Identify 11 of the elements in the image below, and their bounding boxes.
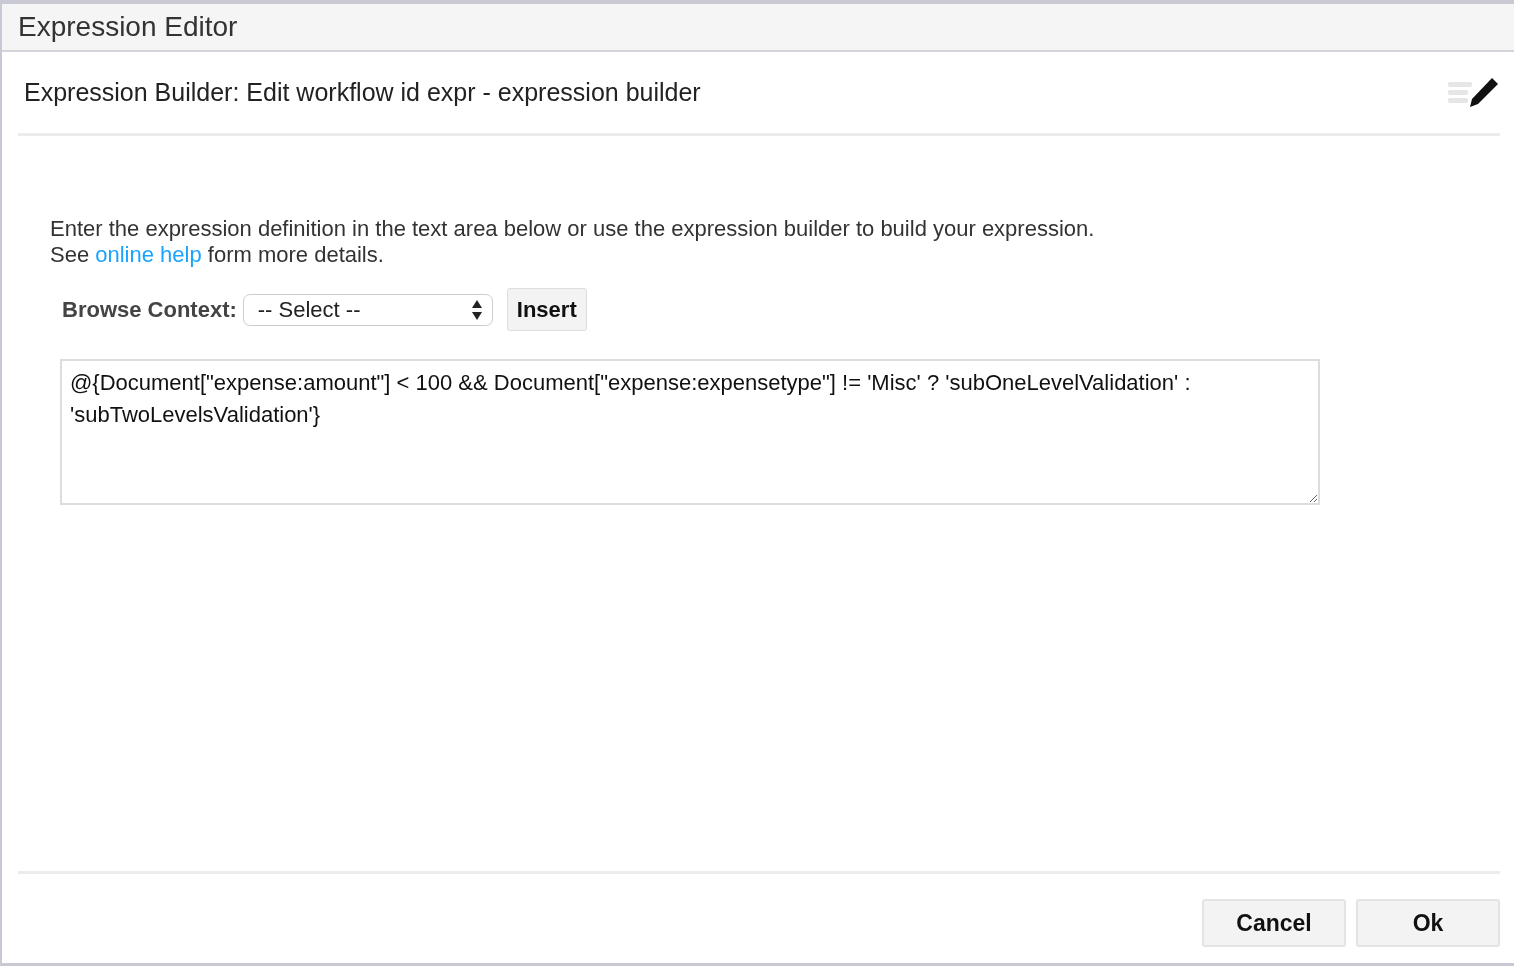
context-select[interactable]: -- Select --	[242, 293, 493, 326]
updown-arrows-icon	[471, 298, 482, 321]
ok-button[interactable]: Ok	[1356, 899, 1500, 947]
browse-context-label: Browse Context:	[62, 296, 237, 324]
insert-button[interactable]: Insert	[506, 288, 587, 331]
window-title: Expression Editor	[2, 4, 1514, 52]
instruction-text: Enter the expression definition in the text area below or use the expression builder to build your expression. See online help form more details.	[50, 216, 1096, 268]
edit-list-icon	[1448, 75, 1500, 110]
cancel-button[interactable]: Cancel	[1202, 899, 1346, 947]
builder-title: Expression Builder: Edit workflow id expr - expression builder	[24, 76, 701, 108]
expression-input[interactable]: @{Document["expense:amount"] < 100 && Document["expense:expensetype"] != 'Misc' ? 'subOneLevelValidation' : 'subTwoLevelsValidation'}	[60, 359, 1320, 505]
